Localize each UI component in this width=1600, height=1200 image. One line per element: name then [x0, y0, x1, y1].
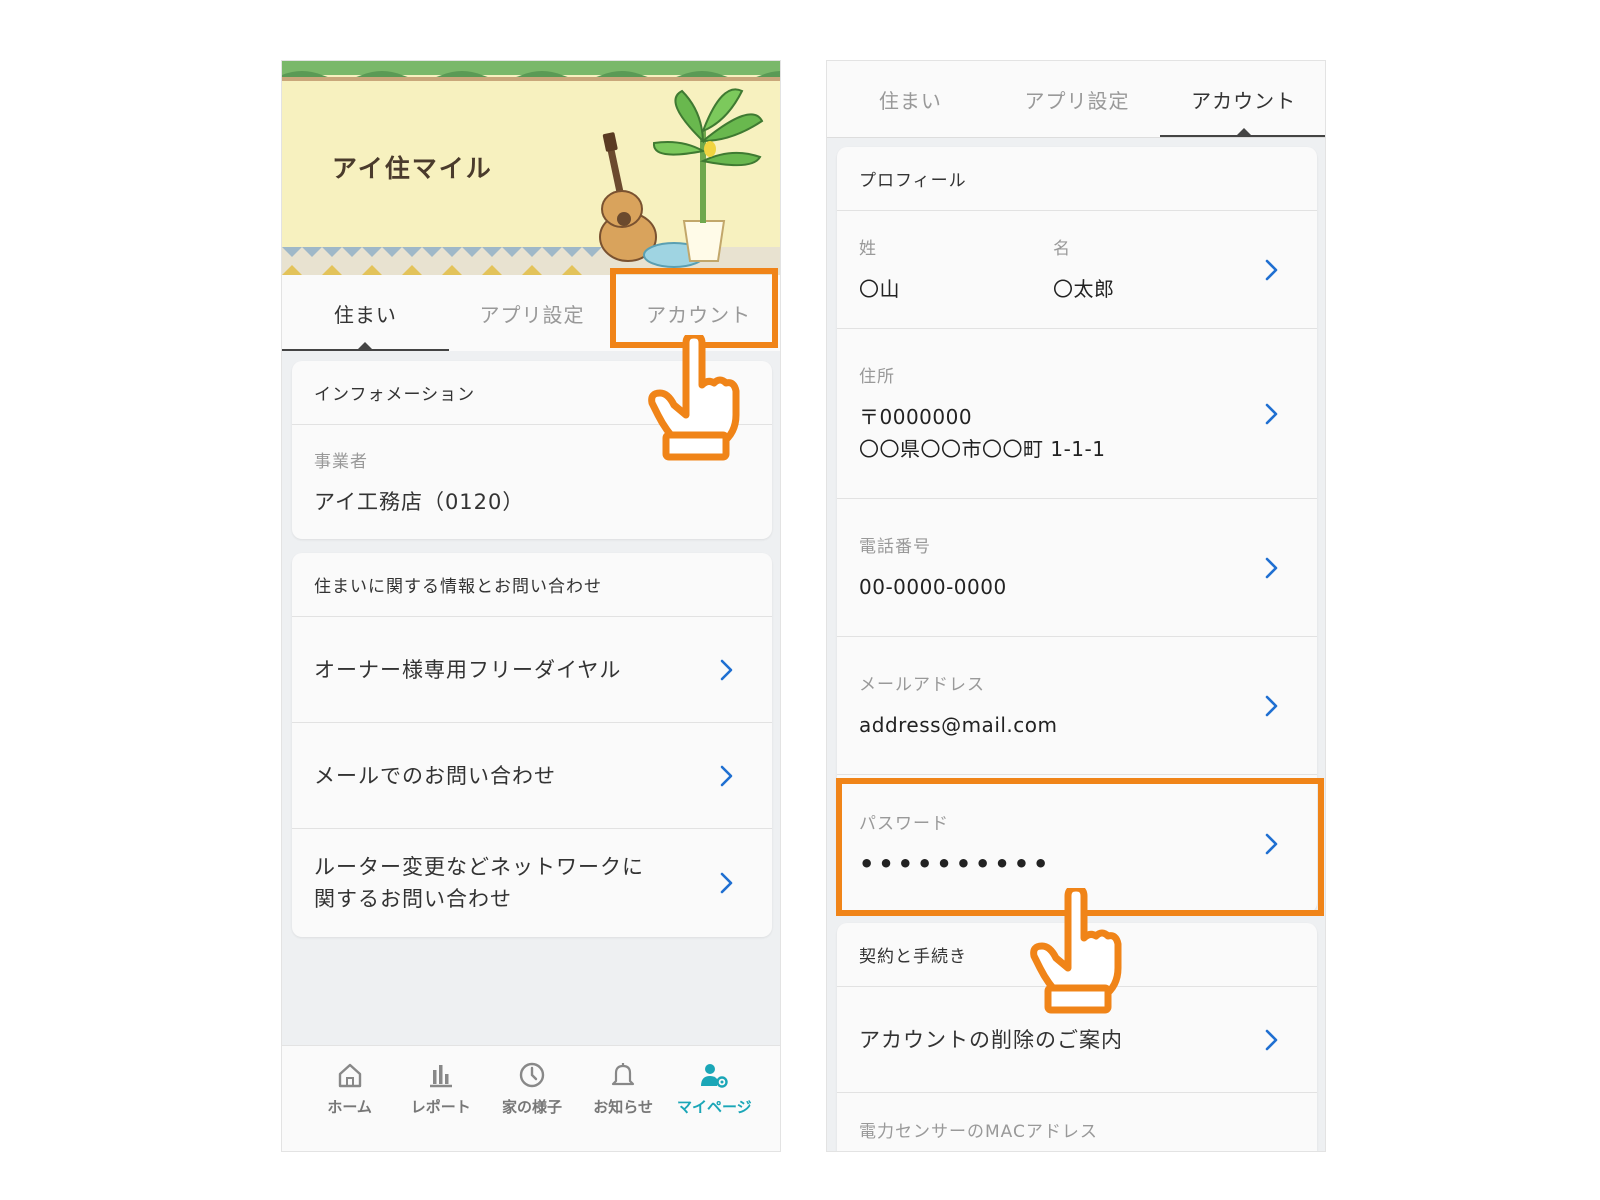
nav-report[interactable]: レポート: [396, 1046, 486, 1151]
contact-card: 住まいに関する情報とお問い合わせ オーナー様専用フリーダイヤル メールでのお問い…: [292, 553, 772, 937]
pointing-hand-icon: [648, 335, 740, 461]
phone-left-screen: アイ住マイル 住まい アプリ設定 アカウント インフォメーション 事業者 アイ工…: [281, 60, 781, 1152]
home-icon: [338, 1063, 361, 1088]
first-name-value: 〇太郎: [1053, 277, 1115, 301]
tab-sumai[interactable]: 住まい: [827, 61, 994, 137]
pointing-hand-icon: [1030, 888, 1122, 1014]
address-label: 住所: [859, 367, 895, 387]
address-row[interactable]: 住所 〒0000000 〇〇県〇〇市〇〇町 1-1-1: [837, 329, 1317, 499]
provider-label: 事業者: [314, 451, 368, 472]
last-name-label: 姓: [859, 239, 877, 259]
header-illustration: アイ住マイル: [282, 61, 780, 275]
list-item-label: ルーター変更などネットワークに 関するお問い合わせ: [314, 855, 644, 911]
phone-row[interactable]: 電話番号 00-0000-0000: [837, 499, 1317, 637]
list-item-network-inquiry[interactable]: ルーター変更などネットワークに 関するお問い合わせ: [292, 829, 772, 937]
chevron-right-icon: [1259, 556, 1283, 580]
last-name-column: 姓 〇山: [859, 234, 1053, 305]
email-value: address@mail.com: [859, 713, 1058, 737]
nav-label: マイページ: [676, 1098, 752, 1116]
tab-app-settings[interactable]: アプリ設定: [994, 61, 1161, 137]
bottom-nav: ホーム レポート 家の様子 お知らせ マイページ: [282, 1045, 780, 1151]
chevron-right-icon: [1259, 258, 1283, 282]
address-value: 〇〇県〇〇市〇〇町 1-1-1: [859, 437, 1106, 461]
mac-address-label: 電力センサーのMACアドレス: [859, 1122, 1098, 1142]
tab-bar: 住まい アプリ設定 アカウント: [827, 61, 1325, 138]
nav-label: ホーム: [327, 1098, 372, 1116]
name-columns: 姓 〇山 名 〇太郎: [859, 234, 1247, 305]
chevron-right-icon: [714, 764, 738, 788]
name-row[interactable]: 姓 〇山 名 〇太郎: [837, 211, 1317, 329]
chevron-right-icon: [1259, 402, 1283, 426]
phone-value: 00-0000-0000: [859, 575, 1007, 599]
nav-label: レポート: [410, 1098, 471, 1116]
user-gear-icon: [701, 1064, 729, 1088]
first-name-label: 名: [1053, 239, 1071, 259]
nav-mypage[interactable]: マイページ: [669, 1046, 759, 1151]
last-name-value: 〇山: [859, 277, 900, 301]
phone-label: 電話番号: [859, 537, 931, 557]
list-item-label: メールでのお問い合わせ: [314, 763, 556, 788]
chevron-right-icon: [1259, 1028, 1283, 1052]
account-delete-label: アカウントの削除のご案内: [859, 1027, 1123, 1052]
tab-app-settings[interactable]: アプリ設定: [449, 275, 616, 351]
provider-value: アイ工務店（0120）: [314, 489, 525, 514]
email-label: メールアドレス: [859, 675, 985, 695]
chevron-right-icon: [714, 871, 738, 895]
chevron-right-icon: [1259, 694, 1283, 718]
first-name-column: 名 〇太郎: [1053, 234, 1247, 305]
bell-icon: [612, 1063, 635, 1086]
nav-label: 家の様子: [501, 1098, 562, 1116]
card-title: 住まいに関する情報とお問い合わせ: [292, 553, 772, 617]
tab-account[interactable]: アカウント: [1160, 61, 1325, 137]
list-item-mail-inquiry[interactable]: メールでのお問い合わせ: [292, 723, 772, 829]
clock-icon: [519, 1062, 545, 1088]
card-title: プロフィール: [837, 147, 1317, 211]
nav-home[interactable]: ホーム: [305, 1046, 395, 1151]
bar-chart-icon: [429, 1065, 452, 1088]
email-row[interactable]: メールアドレス address@mail.com: [837, 637, 1317, 775]
list-item-label: オーナー様専用フリーダイヤル: [314, 657, 622, 682]
list-item-free-dial[interactable]: オーナー様専用フリーダイヤル: [292, 617, 772, 723]
mac-address-row[interactable]: 電力センサーのMACアドレス: [837, 1093, 1317, 1151]
nav-label: お知らせ: [593, 1098, 653, 1116]
nav-notifications[interactable]: お知らせ: [578, 1046, 668, 1151]
app-logo: アイ住マイル: [332, 154, 493, 183]
nav-house-status[interactable]: 家の様子: [487, 1046, 577, 1151]
tab-sumai[interactable]: 住まい: [282, 275, 449, 351]
postal-code-value: 〒0000000: [859, 405, 973, 429]
chevron-right-icon: [714, 658, 738, 682]
